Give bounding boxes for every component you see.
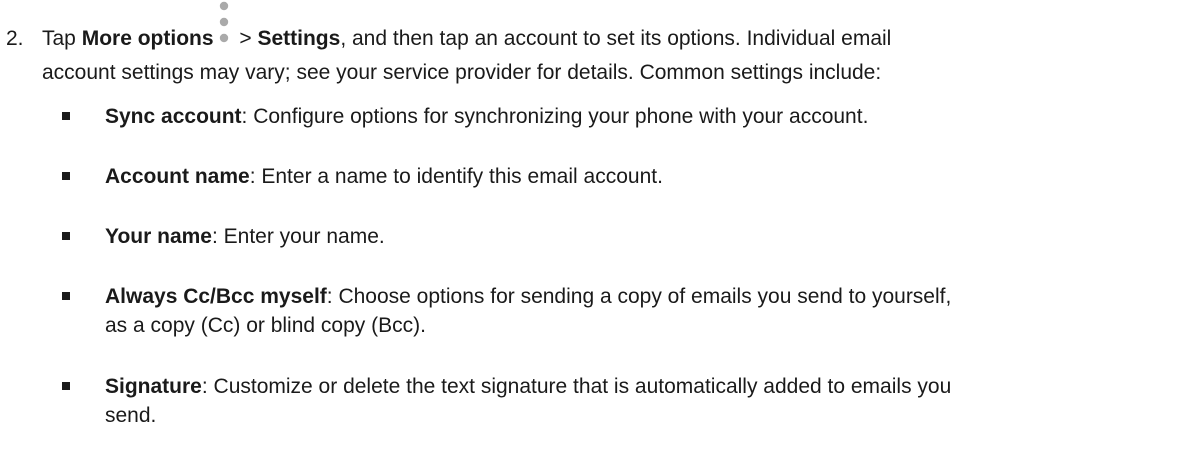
setting-description: : Customize or delete the text signature… — [201, 375, 952, 398]
setting-description: : Choose options for sending a copy of e… — [326, 285, 952, 308]
setting-description-continued: as a copy (Cc) or blind copy (Bcc). — [105, 314, 426, 337]
list-item-text: Your name: Enter your name. — [105, 222, 1175, 251]
setting-term: Account name — [105, 165, 250, 188]
list-item-text: Sync account: Configure options for sync… — [105, 102, 1175, 131]
list-item-text: Signature: Customize or delete the text … — [105, 372, 1175, 430]
setting-description-continued: send. — [105, 404, 157, 427]
setting-term: Signature — [105, 375, 202, 398]
list-item-text: Always Cc/Bcc myself: Choose options for… — [105, 282, 1175, 340]
list-item-text: Account name: Enter a name to identify t… — [105, 162, 1175, 191]
setting-term: Your name — [105, 225, 212, 248]
setting-description: : Enter a name to identify this email ac… — [249, 165, 663, 188]
bullet-square-icon — [62, 382, 70, 390]
bullet-square-icon — [62, 112, 70, 120]
setting-term: Sync account — [105, 105, 242, 128]
setting-term: Always Cc/Bcc myself — [105, 285, 327, 308]
setting-description: : Configure options for synchronizing yo… — [241, 105, 869, 128]
setting-description: : Enter your name. — [211, 225, 385, 248]
bullet-square-icon — [62, 232, 70, 240]
bullet-square-icon — [62, 292, 70, 300]
bullet-square-icon — [62, 172, 70, 180]
settings-list: Sync account: Configure options for sync… — [0, 0, 1180, 470]
